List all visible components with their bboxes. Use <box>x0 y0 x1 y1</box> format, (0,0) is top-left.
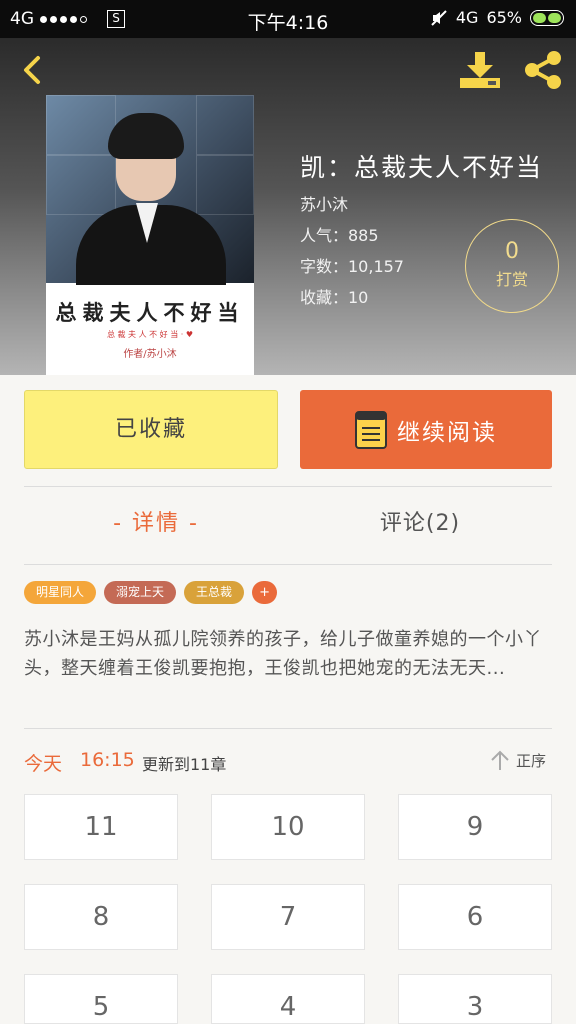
tab-comments[interactable]: 评论(2) <box>288 505 552 537</box>
status-bar: 4G S 下午4:16 4G 65% <box>0 0 576 38</box>
update-text: 更新到11章 <box>142 755 227 774</box>
update-day: 今天 <box>24 753 63 775</box>
battery-icon <box>530 9 564 26</box>
reward-count: 0 <box>505 239 519 264</box>
divider <box>24 486 552 487</box>
tag-item[interactable]: 明星同人 <box>24 581 97 604</box>
continue-reading-button[interactable]: 继续阅读 <box>300 390 552 469</box>
chapter-button[interactable]: 11 <box>24 794 178 860</box>
chapter-button[interactable]: 9 <box>398 794 552 860</box>
chapter-button[interactable]: 4 <box>211 974 365 1024</box>
reward-button[interactable]: 0 打赏 <box>465 219 559 313</box>
book-word-count: 字数：10,157 <box>300 257 404 276</box>
cover-photo <box>46 95 254 285</box>
book-description[interactable]: 苏小沐是王妈从孤儿院领养的孩子，给儿子做童养媳的一个小丫头，整天缠着王俊凯要抱抱… <box>24 625 554 683</box>
cover-title: 总裁夫人不好当 <box>55 300 245 325</box>
cover-author: 作者/苏小沐 <box>123 349 177 360</box>
add-tag-button[interactable]: + <box>252 581 278 604</box>
sort-order-button[interactable]: 正序 <box>490 749 546 771</box>
divider <box>24 728 552 729</box>
battery-percent: 65% <box>486 8 522 27</box>
favorite-button[interactable]: 已收藏 <box>24 390 278 469</box>
tab-detail[interactable]: - 详情 - <box>24 505 288 537</box>
sort-order-label: 正序 <box>516 751 547 770</box>
download-icon[interactable] <box>458 50 502 90</box>
chapter-button[interactable]: 7 <box>211 884 365 950</box>
reward-label: 打赏 <box>495 270 528 289</box>
cover-subtitle: 总 裁 夫 人 不 好 当 · ♥ <box>106 330 194 339</box>
tag-item[interactable]: 溺宠上天 <box>104 581 177 604</box>
chapter-button[interactable]: 8 <box>24 884 178 950</box>
chapter-button[interactable]: 3 <box>398 974 552 1024</box>
update-time: 16:15 <box>80 749 135 771</box>
chapter-button[interactable]: 6 <box>398 884 552 950</box>
book-cover: 总裁夫人不好当 总 裁 夫 人 不 好 当 · ♥ 作者/苏小沐 <box>46 95 254 375</box>
book-icon <box>355 410 387 449</box>
tag-item[interactable]: 王总裁 <box>184 581 245 604</box>
continue-reading-label: 继续阅读 <box>397 419 497 446</box>
chapter-button[interactable]: 5 <box>24 974 178 1024</box>
mute-icon <box>431 9 447 26</box>
book-title: 凯：总裁夫人不好当 <box>300 153 544 182</box>
tag-list: 明星同人 溺宠上天 王总裁 + <box>24 581 278 604</box>
network-type-right: 4G <box>455 8 479 27</box>
book-header: 总裁夫人不好当 总 裁 夫 人 不 好 当 · ♥ 作者/苏小沐 凯：总裁夫人不… <box>0 38 576 375</box>
book-popularity: 人气：885 <box>300 226 379 245</box>
share-icon[interactable] <box>522 50 564 90</box>
back-icon[interactable] <box>14 52 50 88</box>
book-author[interactable]: 苏小沐 <box>300 191 348 215</box>
chapter-button[interactable]: 10 <box>211 794 365 860</box>
divider <box>24 564 552 565</box>
book-favorites: 收藏：10 <box>300 288 369 307</box>
arrow-up-icon <box>491 750 509 770</box>
